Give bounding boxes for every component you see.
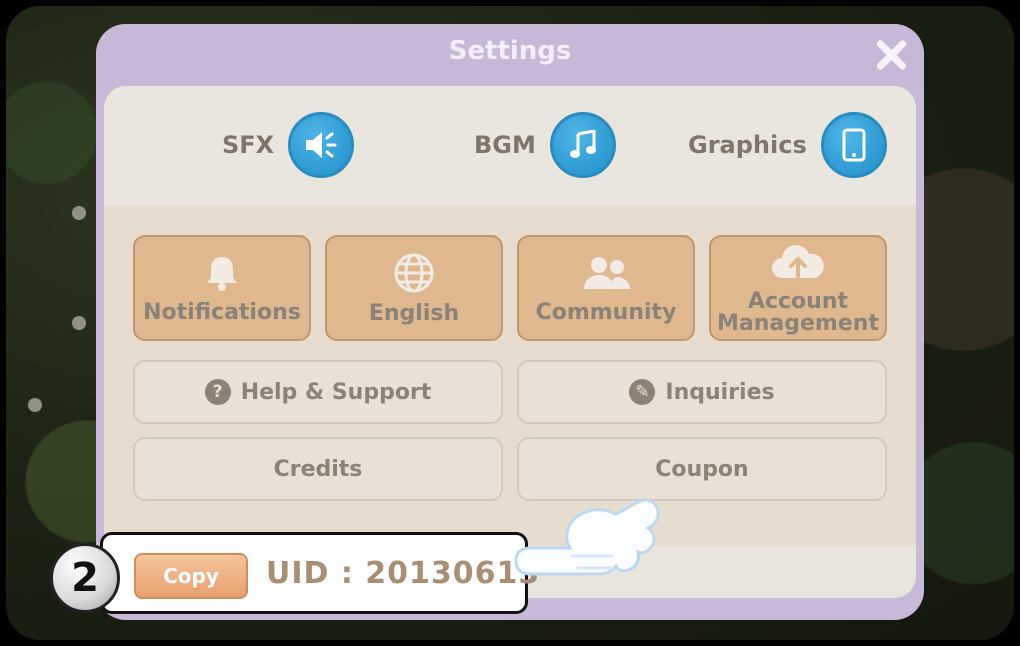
cloud-upload-icon	[768, 242, 828, 291]
pointing-hand-icon	[508, 488, 668, 612]
globe-icon	[393, 252, 435, 303]
language-button[interactable]: English	[325, 235, 503, 341]
bgm-label: BGM	[474, 131, 536, 159]
music-note-icon[interactable]	[549, 112, 616, 178]
language-label: English	[368, 300, 460, 326]
help-support-label: Help & Support	[240, 379, 432, 405]
credits-button[interactable]: Credits	[133, 437, 503, 501]
inquiries-label: Inquiries	[665, 379, 775, 405]
tablet-icon[interactable]	[820, 112, 887, 178]
speaker-icon[interactable]	[288, 112, 355, 178]
people-icon	[580, 253, 632, 302]
uid-text: UID : 20130613	[266, 556, 541, 591]
pencil-icon: ✎	[629, 379, 656, 405]
dialog-title: Settings	[448, 36, 572, 66]
toggle-row: SFX BGM Graphics	[104, 86, 916, 206]
dialog-header: Settings	[96, 24, 924, 88]
notifications-label: Notifications	[143, 299, 301, 325]
bgm-toggle[interactable]: BGM	[474, 112, 616, 178]
community-button[interactable]: Community	[517, 235, 695, 341]
graphics-toggle[interactable]: Graphics	[688, 112, 887, 178]
graphics-label: Graphics	[688, 131, 807, 159]
bell-icon	[202, 253, 242, 302]
close-icon[interactable]	[874, 38, 908, 72]
step-number-badge: 2	[50, 543, 120, 613]
notifications-button[interactable]: Notifications	[133, 235, 311, 341]
sfx-toggle[interactable]: SFX	[222, 112, 355, 178]
copy-uid-button[interactable]: Copy	[134, 553, 248, 599]
inquiries-button[interactable]: ✎ Inquiries	[517, 360, 887, 424]
help-support-button[interactable]: ? Help & Support	[133, 360, 503, 424]
community-label: Community	[535, 299, 677, 325]
account-management-button[interactable]: Account Management	[709, 235, 887, 341]
account-management-label-line2: Management	[717, 310, 879, 336]
sfx-label: SFX	[222, 131, 275, 159]
credits-label: Credits	[273, 456, 363, 482]
account-management-label-line1: Account	[747, 288, 849, 314]
question-icon: ?	[204, 379, 231, 405]
coupon-label: Coupon	[655, 456, 749, 482]
